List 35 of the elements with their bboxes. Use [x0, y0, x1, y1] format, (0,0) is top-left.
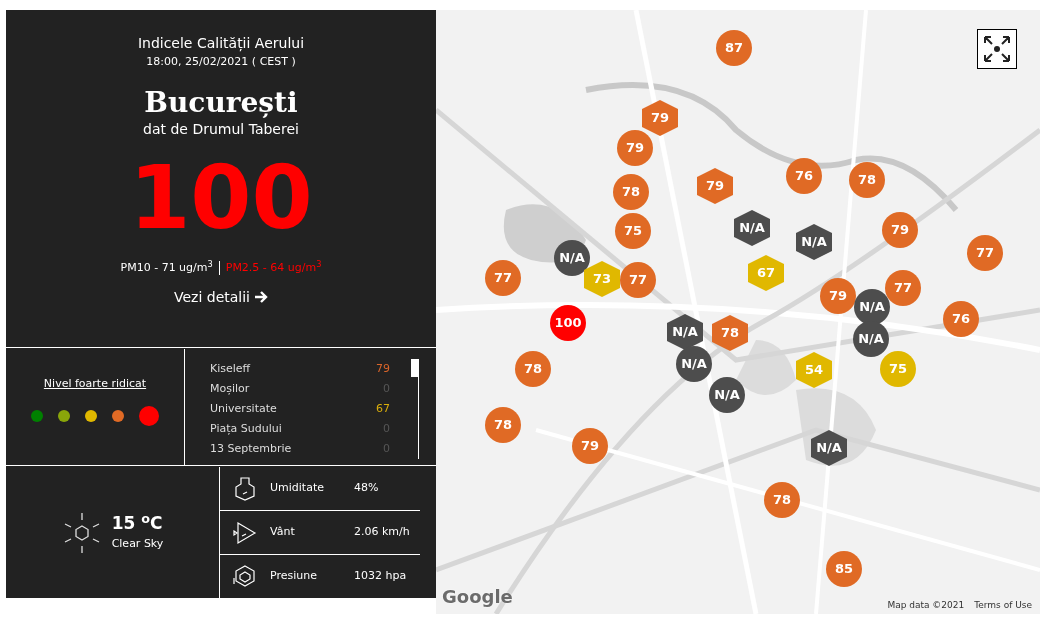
metric-label: Presiune	[270, 567, 318, 584]
metric-label: Vânt	[270, 524, 296, 541]
fullscreen-icon	[982, 34, 1012, 64]
station-name[interactable]: Piața Sudului	[210, 420, 282, 438]
metric-value: 2.06 km/h	[354, 524, 410, 541]
station-name[interactable]: Universitate	[210, 400, 277, 418]
map[interactable]: 87 79 79 78 79 76 78 N/A 75 N/A N/A 79 77 77 73 77 67 79 N/A 77 100 N/A 78 N/A 76 78 N/A 54 75 N/A 78 79 N/A 78 85 Google Map data ©2021 Terms of Use	[436, 10, 1040, 614]
pollutant-reading: PM2.5 - 64 ug/m$^{3}$	[225, 260, 322, 276]
gauge-icon	[233, 564, 257, 588]
metric-value: 48%	[354, 480, 379, 497]
terms-link[interactable]: Terms of Use	[974, 598, 1032, 612]
details-link[interactable]: Vezi detalii	[174, 286, 268, 308]
station-source: dat de Drumul Taberei	[143, 120, 299, 138]
level-label: Nivel foarte ridicat	[43, 376, 147, 392]
weather-condition: Clear Sky	[111, 536, 164, 553]
scrollbar[interactable]	[413, 359, 419, 459]
wind-icon	[233, 520, 257, 545]
metric-value: 1032 hpa	[354, 567, 407, 584]
metric-label: Umiditate	[270, 480, 325, 497]
temperature: 15 $^{o}$C	[111, 512, 164, 535]
station-name[interactable]: 13 Septembrie	[210, 440, 292, 458]
aqi-value: 100	[129, 150, 313, 246]
fullscreen-button[interactable]	[977, 29, 1017, 69]
map-logo: Google	[442, 585, 513, 609]
timestamp: 18:00, 25/02/2021 ( CEST )	[146, 54, 296, 70]
station-aqi: 67	[376, 400, 390, 417]
station-name[interactable]: Moșilor	[210, 380, 250, 398]
station-aqi: 79	[376, 360, 390, 377]
city-name: București	[144, 86, 298, 120]
pollutant-reading: PM10 - 71 ug/m$^{3}$	[120, 260, 213, 276]
droplet-icon	[234, 476, 256, 501]
panel-title: Indicele Calității Aerului	[137, 34, 305, 52]
arrow-right-icon	[254, 290, 268, 304]
map-attribution: Map data ©2021	[887, 598, 965, 612]
station-name[interactable]: Kiseleff	[210, 360, 251, 378]
